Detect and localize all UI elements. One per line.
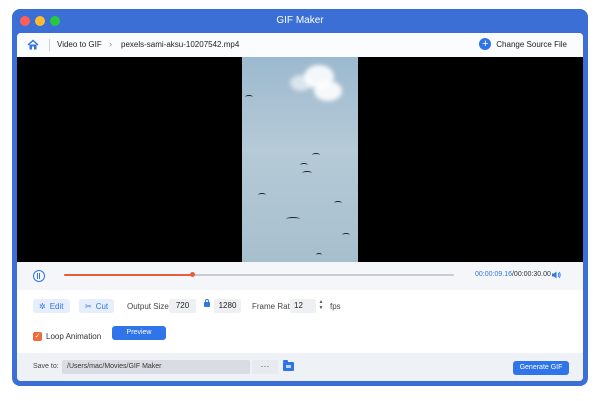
save-path-field[interactable]: /Users/mac/Movies/GIF Maker [62,360,250,374]
breadcrumb: Video to GIF › pexels-sami-aksu-10207542… [17,33,583,57]
video-frame [242,57,358,262]
fps-label: fps [330,302,341,311]
frame-rate-stepper[interactable]: ▲ ▼ [317,299,325,313]
timeline-handle[interactable] [190,272,196,277]
browse-button[interactable]: ··· [252,360,278,374]
title-bar: GIF Maker [12,9,588,33]
edit-label: Edit [49,301,64,311]
preview-button[interactable]: Preview [112,326,166,340]
chevron-right-icon: › [109,39,112,49]
output-height-field[interactable]: 1280 [214,299,241,313]
timeline-progress [64,274,193,276]
frame-rate-field[interactable]: 12 [290,299,316,313]
save-to-label: Save to: [33,363,59,370]
breadcrumb-section[interactable]: Video to GIF [57,40,102,49]
wand-icon: ✲ [39,301,46,311]
output-width-field[interactable]: 720 [169,299,196,313]
volume-icon[interactable] [551,270,561,280]
app-frame: GIF Maker Video to GIF › pexels-sami-aks… [12,9,588,386]
player-controls: 00:00:09.16/00:00:30.00 [17,262,583,290]
scissors-icon: ✂ [85,301,92,311]
output-size-label: Output Size: [127,302,172,311]
time-readout: 00:00:09.16/00:00:30.00 [475,271,551,278]
total-time: /00:00:30.00 [511,271,551,278]
window-title: GIF Maker [276,15,324,26]
home-icon[interactable] [27,39,39,51]
loop-animation-checkbox[interactable]: ✓ [33,332,42,341]
current-time: 00:00:09.16 [475,271,512,278]
gif-settings-panel: ✲ Edit ✂ Cut Output Size: 720 1280 Frame… [17,290,583,353]
timeline-slider[interactable] [64,272,454,277]
plus-circle-icon: + [479,38,492,50]
video-preview[interactable] [17,57,583,262]
app-window: Video to GIF › pexels-sami-aksu-10207542… [17,33,583,381]
folder-icon[interactable] [283,360,294,371]
change-source-button[interactable]: + Change Source File [479,38,567,50]
cut-label: Cut [95,301,109,311]
breadcrumb-divider [49,39,50,51]
breadcrumb-file: pexels-sami-aksu-10207542.mp4 [121,40,240,49]
lock-icon[interactable] [204,299,210,307]
cut-button[interactable]: ✂ Cut [79,299,115,313]
generate-gif-button[interactable]: Generate GIF [513,361,569,375]
loop-animation-label: Loop Animation [46,332,102,341]
pause-icon[interactable] [33,270,45,282]
edit-button[interactable]: ✲ Edit [33,299,70,313]
save-bar: Save to: /Users/mac/Movies/GIF Maker ···… [17,353,583,381]
change-source-label: Change Source File [496,39,567,49]
